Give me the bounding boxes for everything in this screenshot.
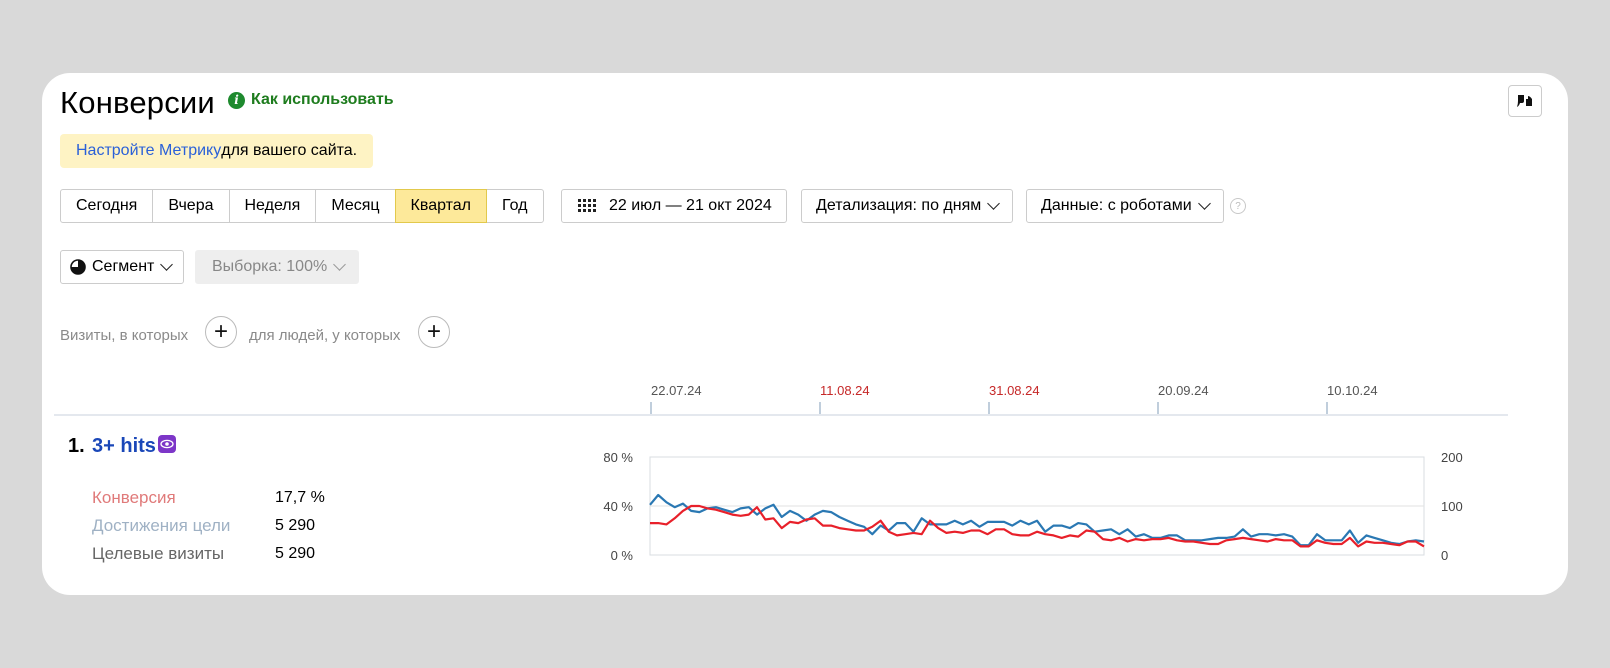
x-tick-label: 10.10.24 bbox=[1327, 383, 1378, 398]
conversions-card: Конверсии i Как использовать Настройте М… bbox=[42, 73, 1568, 595]
right-axis-label: 100 bbox=[1441, 499, 1463, 514]
right-axis-label: 0 bbox=[1441, 548, 1448, 563]
left-axis-label: 40 % bbox=[603, 499, 633, 514]
x-tick-label: 11.08.24 bbox=[820, 383, 870, 398]
right-axis-label: 200 bbox=[1441, 450, 1463, 465]
x-tick-label: 31.08.24 bbox=[989, 383, 1040, 398]
period-4[interactable]: Квартал bbox=[394, 189, 488, 223]
red-series-line bbox=[650, 504, 1425, 548]
conversion-chart: 22.07.24 11.08.24 31.08.24 20.09.24 10.10.24… bbox=[54, 383, 1508, 563]
left-axis-label: 80 % bbox=[603, 450, 633, 465]
x-tick-label: 20.09.24 bbox=[1158, 383, 1209, 398]
x-tick-label: 22.07.24 bbox=[651, 383, 702, 398]
left-axis-label: 0 % bbox=[611, 548, 634, 563]
